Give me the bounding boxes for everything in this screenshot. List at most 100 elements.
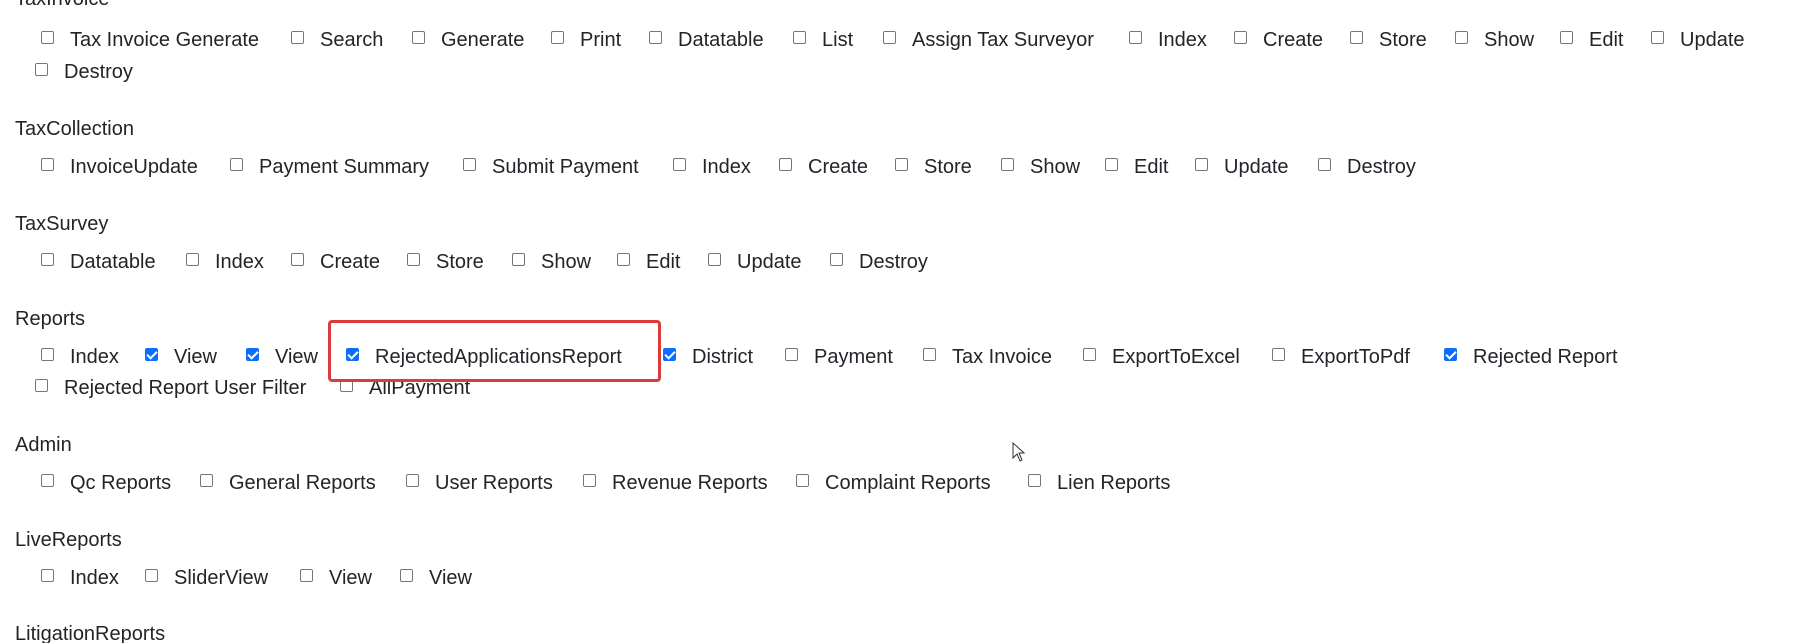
checkbox-label: InvoiceUpdate [70,156,198,178]
checkbox-label: Create [320,251,381,273]
checkbox-label: Store [1379,29,1427,51]
checkbox-label: Destroy [859,251,928,273]
checkbox[interactable] [1129,31,1142,44]
checkbox-label: Edit [1134,156,1169,178]
checkbox[interactable] [340,379,353,392]
checkbox-label: AllPayment [369,377,471,399]
checkbox-label: Update [1680,29,1745,51]
checkbox-label: Index [702,156,751,178]
checkbox[interactable] [1651,31,1664,44]
checkbox-label: Index [70,567,119,589]
checkbox[interactable] [41,253,54,266]
checkbox[interactable] [407,253,420,266]
checkbox[interactable] [796,474,809,487]
checkbox[interactable] [400,569,413,582]
checkbox[interactable] [346,348,359,361]
checkbox[interactable] [673,158,686,171]
section-title-taxcollection: TaxCollection [15,118,134,140]
checkbox[interactable] [412,31,425,44]
checkbox[interactable] [1195,158,1208,171]
checkbox[interactable] [300,569,313,582]
checkbox[interactable] [41,31,54,44]
checkbox-label: Index [70,346,119,368]
checkbox[interactable] [551,31,564,44]
checkbox-label: Qc Reports [70,472,172,494]
checkbox[interactable] [291,253,304,266]
checkbox-label: Datatable [70,251,156,273]
checkbox[interactable] [41,158,54,171]
checkbox[interactable] [649,31,662,44]
checkbox[interactable] [291,31,304,44]
checkbox[interactable] [230,158,243,171]
checkbox[interactable] [1234,31,1247,44]
checkbox-label: Tax Invoice [952,346,1053,368]
checkbox-label: General Reports [229,472,376,494]
checkbox-label: User Reports [435,472,553,494]
checkbox-label: District [692,346,754,368]
checkbox[interactable] [663,348,676,361]
section-title-litigationreports: LitigationReports [15,623,166,643]
checkbox-label: Lien Reports [1057,472,1171,494]
checkbox[interactable] [186,253,199,266]
checkbox[interactable] [1083,348,1096,361]
checkbox[interactable] [1272,348,1285,361]
checkbox[interactable] [830,253,843,266]
checkbox[interactable] [923,348,936,361]
checkbox[interactable] [1455,31,1468,44]
checkbox[interactable] [41,569,54,582]
checkbox[interactable] [1560,31,1573,44]
checkbox[interactable] [785,348,798,361]
checkbox[interactable] [41,348,54,361]
checkbox-label: View [275,346,318,368]
checkbox[interactable] [793,31,806,44]
section-title-taxinvoice: TaxInvoice [15,0,110,11]
checkbox[interactable] [708,253,721,266]
checkbox-label: List [822,29,854,51]
checkbox-label: Store [924,156,972,178]
permissions-page: TaxInvoice Tax Invoice Generate Search G… [0,0,1794,643]
checkbox-label: Store [436,251,484,273]
checkbox[interactable] [1318,158,1331,171]
checkbox[interactable] [1105,158,1118,171]
checkbox-label: Rejected Report [1473,346,1618,368]
checkbox-label: Print [580,29,622,51]
checkbox[interactable] [617,253,630,266]
checkbox-label: Revenue Reports [612,472,768,494]
checkbox[interactable] [463,158,476,171]
checkbox[interactable] [41,474,54,487]
checkbox-label: View [174,346,217,368]
checkbox[interactable] [1001,158,1014,171]
checkbox[interactable] [895,158,908,171]
checkbox[interactable] [145,348,158,361]
checkbox-label: Generate [441,29,525,51]
checkbox-label: RejectedApplicationsReport [375,346,622,368]
checkbox-label: ExportToExcel [1112,346,1240,368]
checkbox-label: Update [737,251,802,273]
checkbox[interactable] [246,348,259,361]
section-title-reports: Reports [15,308,86,330]
checkbox-label: View [429,567,472,589]
checkbox[interactable] [779,158,792,171]
checkbox-label: Edit [1589,29,1624,51]
checkbox-label: Destroy [1347,156,1416,178]
section-title-admin: Admin [15,434,72,456]
checkbox-label: Show [1484,29,1535,51]
checkbox-label: View [329,567,372,589]
checkbox-label: Create [1263,29,1324,51]
checkbox[interactable] [1444,348,1457,361]
checkbox[interactable] [583,474,596,487]
checkbox-label: ExportToPdf [1301,346,1410,368]
checkbox-label: Tax Invoice Generate [70,29,259,51]
checkbox-label: Assign Tax Surveyor [912,29,1094,51]
checkbox[interactable] [406,474,419,487]
checkbox[interactable] [145,569,158,582]
checkbox[interactable] [1028,474,1041,487]
checkbox[interactable] [200,474,213,487]
checkbox[interactable] [35,379,48,392]
checkbox[interactable] [35,63,48,76]
checkbox-label: Update [1224,156,1289,178]
checkbox[interactable] [512,253,525,266]
checkbox-label: Rejected Report User Filter [64,377,307,399]
checkbox[interactable] [1350,31,1363,44]
checkbox[interactable] [883,31,896,44]
